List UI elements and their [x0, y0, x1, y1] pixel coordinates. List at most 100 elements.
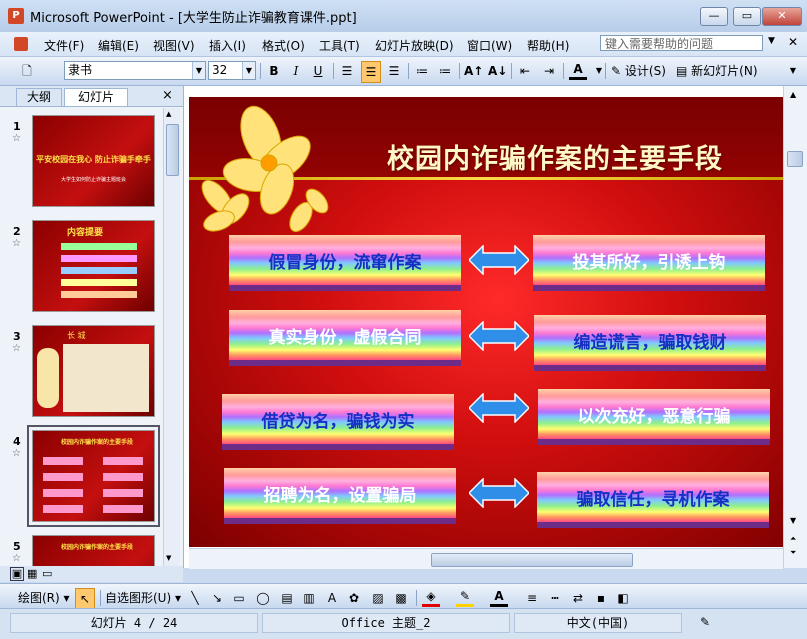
- method-box-right-4[interactable]: 骗取信任，寻机作案: [537, 472, 769, 522]
- method-box-left-4[interactable]: 招聘为名，设置骗局: [224, 468, 456, 518]
- wordart-icon[interactable]: A: [323, 588, 341, 608]
- double-arrow-icon[interactable]: [469, 321, 529, 351]
- new-document-icon[interactable]: 🗋: [18, 61, 36, 81]
- autoshapes-button[interactable]: 自选图形(U) ▾: [105, 588, 181, 608]
- decrease-indent-icon[interactable]: ⇤: [516, 61, 534, 81]
- clipart-icon[interactable]: ▨: [369, 588, 387, 608]
- font-color-icon[interactable]: A: [569, 61, 587, 80]
- decrease-font-icon[interactable]: A↓: [488, 61, 507, 81]
- underline-button[interactable]: U: [309, 61, 327, 81]
- next-slide-icon[interactable]: ⏷: [790, 548, 796, 558]
- scroll-thumb[interactable]: [166, 124, 179, 176]
- thumbnail-scrollbar[interactable]: ▲ ▼: [163, 108, 180, 568]
- slideshow-icon[interactable]: ▭: [42, 567, 52, 580]
- font-color-icon[interactable]: A: [490, 588, 508, 607]
- spelling-check-icon[interactable]: ✎: [700, 615, 710, 629]
- textbox-icon[interactable]: ▤: [278, 588, 296, 608]
- thumbnail-number: 2: [13, 225, 21, 238]
- new-slide-button[interactable]: ▤ 新幻灯片(N): [676, 61, 758, 81]
- minimize-button[interactable]: —: [700, 7, 728, 26]
- previous-slide-icon[interactable]: ⏶: [790, 534, 796, 544]
- menu-file[interactable]: 文件(F): [44, 37, 84, 54]
- arrow-style-icon[interactable]: ⇄: [569, 588, 587, 608]
- slide-thumbnail-3[interactable]: 长 城: [32, 325, 155, 417]
- menu-insert[interactable]: 插入(I): [209, 37, 246, 54]
- line-style-icon[interactable]: ≡: [523, 588, 541, 608]
- line-icon[interactable]: ╲: [186, 588, 204, 608]
- scroll-down-icon[interactable]: ▼: [790, 516, 796, 525]
- diagram-icon[interactable]: ✿: [345, 588, 363, 608]
- italic-button[interactable]: I: [287, 61, 305, 81]
- dash-style-icon[interactable]: ┅: [546, 588, 564, 608]
- method-box-right-2[interactable]: 编造谎言，骗取钱财: [534, 315, 766, 365]
- menu-window[interactable]: 窗口(W): [467, 37, 512, 54]
- slide-thumbnail-5[interactable]: 校园内诈骗作案的主要手段: [32, 535, 155, 566]
- font-name-select[interactable]: 隶书 ▼: [64, 61, 206, 80]
- align-left-icon[interactable]: ☰: [338, 61, 356, 81]
- maximize-button[interactable]: ▭: [733, 7, 761, 26]
- slide-thumbnail-1[interactable]: 平安校园在我心 防止诈骗手牵手 大学生如何防止诈骗主题班会: [32, 115, 155, 207]
- slide-horizontal-scrollbar[interactable]: [189, 548, 783, 569]
- scroll-up-icon[interactable]: ▲: [166, 110, 171, 118]
- normal-view-icon[interactable]: ▣: [10, 567, 24, 581]
- scroll-thumb[interactable]: [787, 151, 803, 167]
- line-color-icon[interactable]: ✎: [456, 588, 474, 607]
- vertical-textbox-icon[interactable]: ▥: [300, 588, 318, 608]
- arrow-icon[interactable]: ↘: [208, 588, 226, 608]
- slide-thumbnail-2[interactable]: 内容提要: [32, 220, 155, 312]
- scroll-thumb[interactable]: [431, 553, 633, 567]
- scroll-down-icon[interactable]: ▼: [166, 554, 171, 562]
- method-box-left-2[interactable]: 真实身份，虚假合同: [229, 310, 461, 360]
- bullet-list-icon[interactable]: ≔: [436, 61, 454, 81]
- numbered-list-icon[interactable]: ≔: [413, 61, 431, 81]
- 3d-style-icon[interactable]: ◧: [614, 588, 632, 608]
- toolbar-options-icon[interactable]: ▼: [784, 61, 802, 81]
- shadow-style-icon[interactable]: ▪: [592, 588, 610, 608]
- menu-view[interactable]: 视图(V): [153, 37, 195, 54]
- rectangle-icon[interactable]: ▭: [230, 588, 248, 608]
- menu-help[interactable]: 帮助(H): [527, 37, 569, 54]
- method-box-right-3[interactable]: 以次充好，恶意行骗: [538, 389, 770, 439]
- help-search-input[interactable]: 键入需要帮助的问题: [600, 35, 763, 51]
- bold-button[interactable]: B: [265, 61, 283, 81]
- method-text: 以次充好，恶意行骗: [577, 407, 731, 427]
- close-panel-icon[interactable]: ×: [162, 88, 173, 103]
- method-box-right-1[interactable]: 投其所好，引诱上钩: [533, 235, 765, 285]
- tab-outline[interactable]: 大纲: [16, 88, 62, 106]
- double-arrow-icon[interactable]: [469, 245, 529, 275]
- chevron-down-icon[interactable]: ▼: [192, 62, 205, 79]
- close-button[interactable]: ✕: [762, 7, 802, 26]
- align-center-icon[interactable]: ☰: [361, 61, 381, 83]
- method-box-left-3[interactable]: 借贷为名，骗钱为实: [222, 394, 454, 444]
- design-button[interactable]: ✎ 设计(S): [611, 61, 666, 81]
- chevron-down-icon[interactable]: ▼: [242, 62, 255, 79]
- slide-title[interactable]: 校园内诈骗作案的主要手段: [387, 137, 723, 176]
- menu-format[interactable]: 格式(O): [262, 37, 305, 54]
- current-slide[interactable]: 校园内诈骗作案的主要手段 假冒身份，流窜作案 真实身份，虚假合同 借贷为名，骗钱…: [189, 97, 783, 547]
- help-dropdown-icon[interactable]: ▼: [768, 36, 775, 46]
- font-size-select[interactable]: 32 ▼: [208, 61, 256, 80]
- double-arrow-icon[interactable]: [469, 393, 529, 423]
- draw-menu-button[interactable]: 绘图(R) ▾: [18, 588, 70, 608]
- oval-icon[interactable]: ◯: [254, 588, 272, 608]
- picture-icon[interactable]: ▩: [392, 588, 410, 608]
- align-right-icon[interactable]: ☰: [385, 61, 403, 81]
- scroll-up-icon[interactable]: ▲: [790, 90, 796, 99]
- powerpoint-icon[interactable]: P: [8, 8, 24, 24]
- slide-vertical-scrollbar[interactable]: ▲ ▼ ⏶ ⏷: [783, 86, 807, 568]
- method-box-left-1[interactable]: 假冒身份，流窜作案: [229, 235, 461, 285]
- slide-sorter-icon[interactable]: ▦: [27, 567, 37, 580]
- fill-color-icon[interactable]: ◈: [422, 588, 440, 607]
- menu-slideshow[interactable]: 幻灯片放映(D): [375, 37, 454, 54]
- slide-thumbnail-4[interactable]: 校园内诈骗作案的主要手段: [27, 425, 160, 527]
- select-pointer-icon[interactable]: ↖: [75, 588, 95, 610]
- document-icon[interactable]: [14, 37, 28, 51]
- menu-edit[interactable]: 编辑(E): [98, 37, 139, 54]
- increase-font-icon[interactable]: A↑: [464, 61, 483, 81]
- increase-indent-icon[interactable]: ⇥: [540, 61, 558, 81]
- close-document-icon[interactable]: ✕: [788, 35, 798, 49]
- double-arrow-icon[interactable]: [469, 478, 529, 508]
- tab-slides[interactable]: 幻灯片: [64, 88, 128, 106]
- menu-tools[interactable]: 工具(T): [319, 37, 360, 54]
- animation-icon: ☆: [12, 448, 21, 459]
